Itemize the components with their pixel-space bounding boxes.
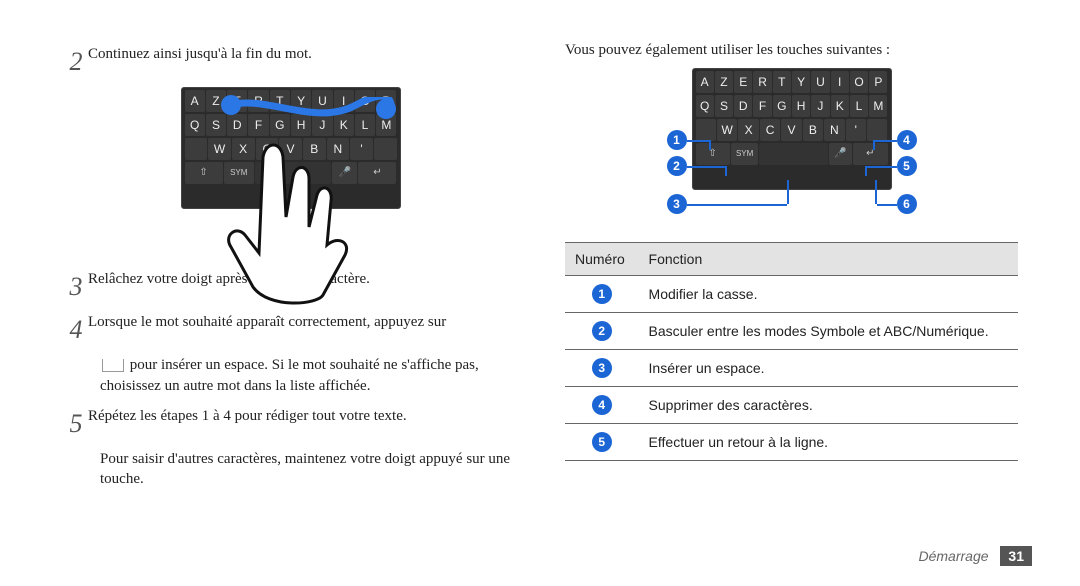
- callout-badge: 3: [592, 358, 612, 378]
- space-key: [759, 143, 828, 165]
- keyboard-key: M: [869, 95, 887, 117]
- keyboard-key: S: [715, 95, 733, 117]
- step-number: 5: [64, 406, 88, 441]
- page-footer: Démarrage 31: [919, 548, 1033, 564]
- keyboard-key: ': [846, 119, 866, 141]
- table-cell-fonction: Effectuer un retour à la ligne.: [639, 424, 1018, 461]
- callout-1: 1: [667, 130, 687, 150]
- table-row: 5 Effectuer un retour à la ligne.: [565, 424, 1018, 461]
- keyboard-key: U: [312, 90, 332, 112]
- keyboard-key: X: [738, 119, 758, 141]
- table-cell-fonction: Basculer entre les modes Symbole et ABC/…: [639, 313, 1018, 350]
- keyboard-key: Y: [792, 71, 810, 93]
- table-cell-numero: 1: [565, 276, 639, 313]
- keyboard-key: Y: [291, 90, 311, 112]
- table-cell-fonction: Supprimer des caractères.: [639, 387, 1018, 424]
- table-cell-numero: 5: [565, 424, 639, 461]
- page-number: 31: [1000, 546, 1032, 566]
- keyboard-key: T: [270, 90, 290, 112]
- step-4: 4 Lorsque le mot souhaité apparaît corre…: [64, 312, 517, 347]
- figure-keyboard-callouts: AZERTYUIOP QSDFGHJKLM WXCVBN' ⇧ SYM 🎤 ↵ …: [667, 68, 917, 228]
- keyboard-key: [867, 119, 887, 141]
- keyboard-key: Z: [206, 90, 226, 112]
- table-cell-numero: 3: [565, 350, 639, 387]
- table-header-fonction: Fonction: [639, 243, 1018, 276]
- table-cell-fonction: Insérer un espace.: [639, 350, 1018, 387]
- keyboard-key: A: [696, 71, 714, 93]
- keyboard-key: F: [753, 95, 771, 117]
- step-text: Continuez ainsi jusqu'à la fin du mot.: [88, 44, 517, 64]
- keyboard-key: I: [831, 71, 849, 93]
- step-5-continuation: Pour saisir d'autres caractères, mainten…: [100, 449, 517, 490]
- keyboard-key: W: [717, 119, 737, 141]
- keyboard-key: P: [869, 71, 887, 93]
- keyboard-key: T: [773, 71, 791, 93]
- keyboard-key: G: [773, 95, 791, 117]
- callout-badge: 1: [592, 284, 612, 304]
- step-2: 2 Continuez ainsi jusqu'à la fin du mot.: [64, 44, 517, 79]
- keyboard-key: A: [185, 90, 205, 112]
- step-4-continuation: pour insérer un espace. Si le mot souhai…: [100, 355, 517, 396]
- table-row: 2 Basculer entre les modes Symbole et ABC…: [565, 313, 1018, 350]
- callout-2: 2: [667, 156, 687, 176]
- table-cell-fonction: Modifier la casse.: [639, 276, 1018, 313]
- callout-badge: 4: [592, 395, 612, 415]
- keyboard-key: N: [824, 119, 844, 141]
- step-number: 3: [64, 269, 88, 304]
- keyboard-key: Q: [185, 114, 205, 136]
- keyboard-key: E: [227, 90, 247, 112]
- mic-key: 🎤: [829, 143, 852, 165]
- space-icon: [102, 359, 124, 372]
- keyboard-key: E: [734, 71, 752, 93]
- callout-4: 4: [897, 130, 917, 150]
- keyboard-key: V: [781, 119, 801, 141]
- callout-badge: 2: [592, 321, 612, 341]
- keyboard-key: K: [831, 95, 849, 117]
- keyboard-key: C: [760, 119, 780, 141]
- enter-key: ↵: [853, 143, 887, 165]
- callout-3: 3: [667, 194, 687, 214]
- keyboard-key: H: [792, 95, 810, 117]
- keyboard-key: [185, 138, 208, 160]
- functions-table: Numéro Fonction 1 Modifier la casse. 2 Basc…: [565, 242, 1018, 461]
- step-number: 2: [64, 44, 88, 79]
- keyboard-key: J: [811, 95, 829, 117]
- figure-swipe-keyboard: AZERTYUIOP QSDFGHJKLM WXCVBN' ⇧ SYM 🎤 ↵: [181, 87, 401, 257]
- table-cell-numero: 4: [565, 387, 639, 424]
- table-row: 4 Supprimer des caractères.: [565, 387, 1018, 424]
- keyboard-graphic: AZERTYUIOP QSDFGHJKLM WXCVBN' ⇧ SYM 🎤 ↵: [692, 68, 892, 190]
- table-row: 1 Modifier la casse.: [565, 276, 1018, 313]
- table-row: 3 Insérer un espace.: [565, 350, 1018, 387]
- hand-illustration: [211, 127, 371, 307]
- keyboard-key: O: [355, 90, 375, 112]
- table-cell-numero: 2: [565, 313, 639, 350]
- table-header-numero: Numéro: [565, 243, 639, 276]
- callout-5: 5: [897, 156, 917, 176]
- keyboard-key: Z: [715, 71, 733, 93]
- keyboard-key: P: [376, 90, 396, 112]
- shift-key: ⇧: [696, 143, 730, 165]
- step-number: 4: [64, 312, 88, 347]
- keyboard-key: M: [376, 114, 396, 136]
- keyboard-key: D: [734, 95, 752, 117]
- sym-key: SYM: [731, 143, 759, 165]
- keyboard-key: R: [248, 90, 268, 112]
- keyboard-key: [696, 119, 716, 141]
- callout-6: 6: [897, 194, 917, 214]
- keyboard-key: O: [850, 71, 868, 93]
- step-5: 5 Répétez les étapes 1 à 4 pour rédiger …: [64, 406, 517, 441]
- keyboard-key: [374, 138, 397, 160]
- keyboard-key: L: [850, 95, 868, 117]
- keyboard-key: Q: [696, 95, 714, 117]
- step-text: Répétez les étapes 1 à 4 pour rédiger to…: [88, 406, 517, 426]
- keyboard-key: R: [753, 71, 771, 93]
- step-text: Lorsque le mot souhaité apparaît correct…: [88, 312, 517, 332]
- keyboard-key: U: [811, 71, 829, 93]
- callout-badge: 5: [592, 432, 612, 452]
- keyboard-key: I: [334, 90, 354, 112]
- chapter-name: Démarrage: [919, 548, 989, 564]
- keyboard-key: B: [803, 119, 823, 141]
- intro-text: Vous pouvez également utiliser les touch…: [565, 40, 1018, 60]
